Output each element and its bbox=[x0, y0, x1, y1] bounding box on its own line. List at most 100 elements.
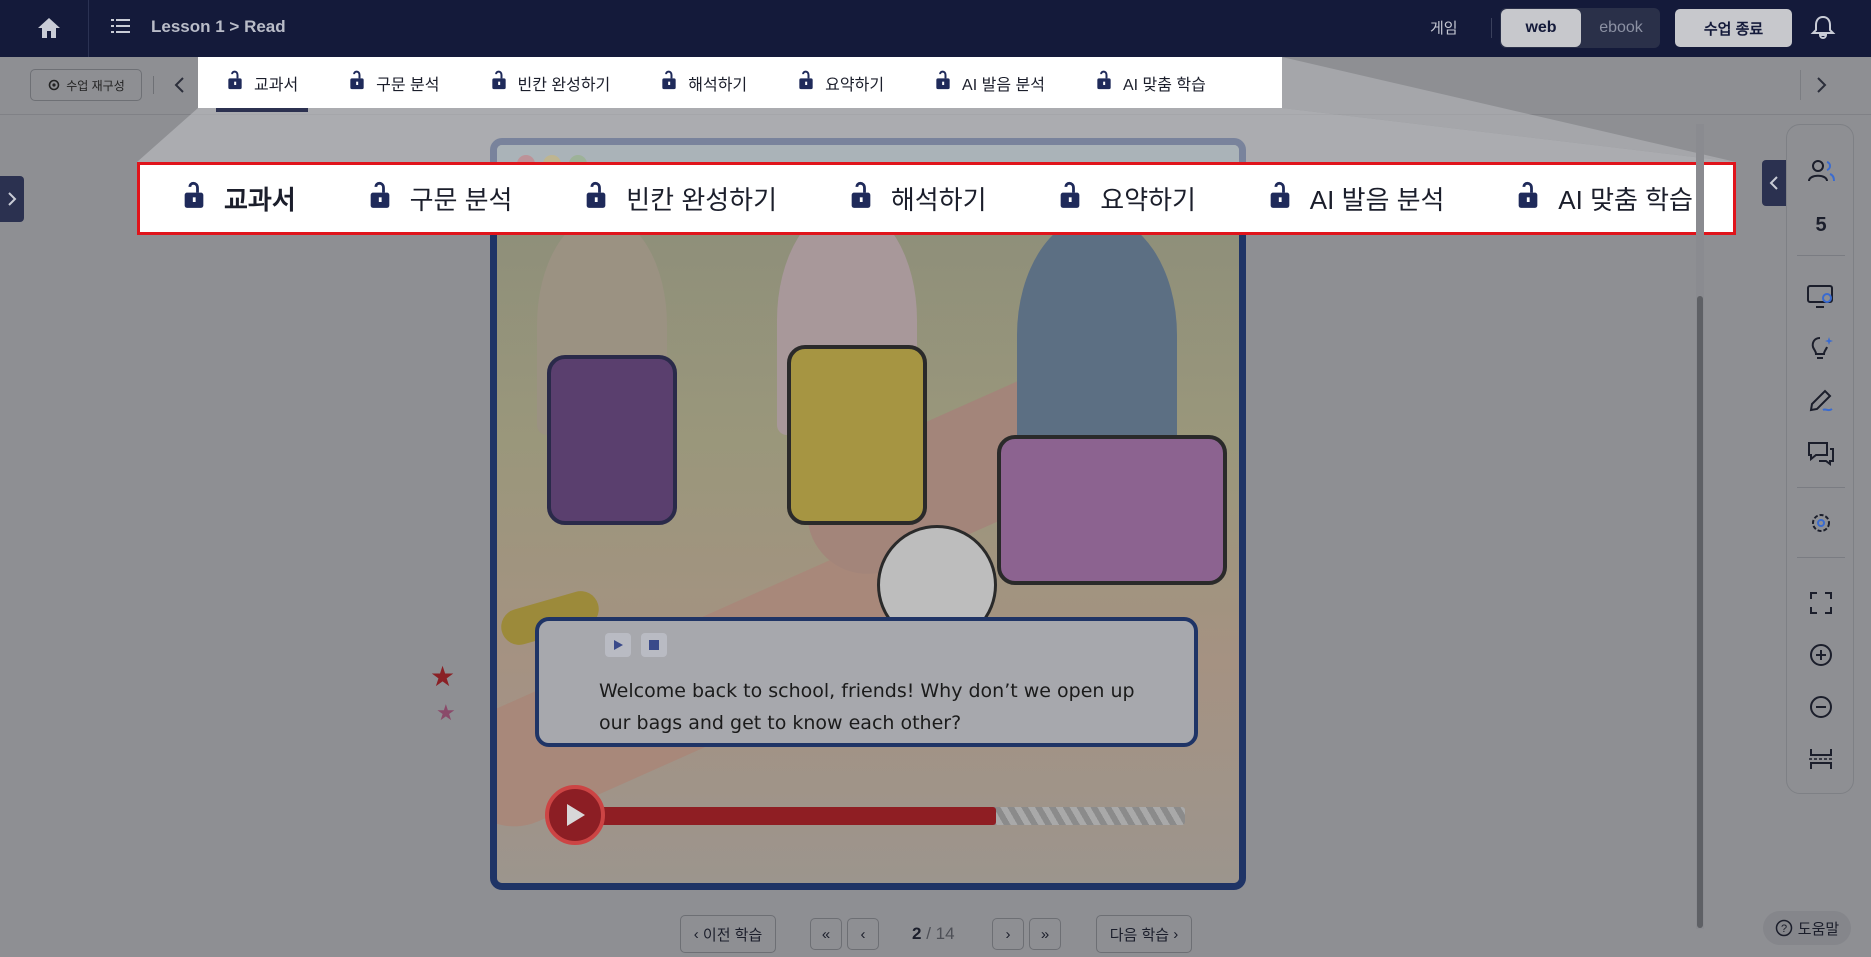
settings-button[interactable] bbox=[1787, 503, 1855, 543]
top-divider bbox=[88, 0, 89, 57]
tab-label: 요약하기 bbox=[825, 76, 885, 94]
chevron-right-icon: › bbox=[1005, 925, 1011, 943]
tab-3[interactable]: 해석하기 bbox=[656, 57, 751, 108]
reconfigure-class-button[interactable]: 수업 재구성 bbox=[30, 69, 142, 101]
screen-monitor-button[interactable] bbox=[1787, 277, 1855, 317]
reconfigure-label: 수업 재구성 bbox=[66, 78, 125, 93]
bell-icon bbox=[1810, 15, 1836, 40]
next-lesson-button[interactable]: 다음 학습 › bbox=[1096, 915, 1192, 953]
unlock-icon bbox=[490, 70, 508, 95]
unlock-icon bbox=[1268, 181, 1292, 216]
view-mode-toggle: web ebook bbox=[1500, 8, 1660, 48]
backpack bbox=[787, 345, 927, 525]
settings-icon bbox=[1812, 514, 1830, 532]
unlock-icon bbox=[934, 70, 952, 95]
left-panel-toggle[interactable] bbox=[0, 176, 24, 222]
unlock-icon bbox=[1058, 181, 1082, 216]
zoom-tab-label: 빈칸 완성하기 bbox=[626, 185, 778, 215]
double-chevron-right-icon: » bbox=[1040, 925, 1050, 943]
zoom-tab-3: 해석하기 bbox=[849, 180, 987, 217]
fit-width-button[interactable] bbox=[1787, 739, 1855, 779]
monitor-search-icon bbox=[1807, 285, 1833, 308]
unlock-icon bbox=[348, 70, 366, 95]
help-button[interactable]: ? 도움말 bbox=[1763, 911, 1851, 945]
tab-6[interactable]: AI 맞춤 학습 bbox=[1091, 57, 1210, 108]
play-button[interactable] bbox=[605, 633, 631, 657]
tab-label: 빈칸 완성하기 bbox=[517, 76, 611, 94]
end-class-button[interactable]: 수업 종료 bbox=[1675, 9, 1792, 47]
zoom-tab-label: 해석하기 bbox=[890, 185, 987, 215]
progress-fill bbox=[595, 807, 997, 825]
web-view-button[interactable]: web bbox=[1501, 9, 1581, 47]
previous-lesson-button[interactable]: ‹ 이전 학습 bbox=[680, 915, 776, 953]
lightbulb-icon bbox=[1811, 337, 1833, 359]
chat-button[interactable] bbox=[1787, 433, 1855, 473]
tab-2[interactable]: 빈칸 완성하기 bbox=[486, 57, 615, 108]
zoom-tab-0: 교과서 bbox=[182, 180, 296, 217]
game-button[interactable]: 게임 bbox=[1430, 17, 1458, 38]
home-button[interactable] bbox=[30, 12, 68, 44]
zoom-tab-4: 요약하기 bbox=[1058, 180, 1196, 217]
users-icon bbox=[1808, 160, 1835, 182]
unlock-icon bbox=[849, 181, 873, 216]
progress-track[interactable] bbox=[595, 807, 1185, 825]
unlock-icon bbox=[797, 70, 815, 95]
chevron-left-icon bbox=[174, 77, 184, 93]
audio-play-button[interactable] bbox=[545, 785, 605, 845]
gear-icon bbox=[48, 79, 60, 91]
tool-rail: 5 bbox=[1786, 124, 1854, 794]
unlock-icon bbox=[1516, 181, 1540, 216]
tabs-scroll-left-button[interactable] bbox=[170, 73, 190, 97]
duffel-bag bbox=[997, 435, 1227, 585]
chevron-right-icon bbox=[1817, 77, 1827, 93]
notification-button[interactable] bbox=[1810, 14, 1838, 42]
unlock-icon bbox=[1095, 70, 1113, 95]
zoom-out-icon bbox=[1810, 696, 1832, 718]
list-icon bbox=[111, 19, 130, 33]
chevron-left-icon: ‹ bbox=[693, 925, 703, 943]
stop-button[interactable] bbox=[641, 633, 667, 657]
divider bbox=[1797, 487, 1845, 488]
star-doodle: ★ bbox=[436, 700, 456, 725]
dialogue-box: Welcome back to school, friends! Why don… bbox=[535, 617, 1198, 747]
zoom-tab-1: 구문 분석 bbox=[368, 180, 512, 217]
last-page-button[interactable]: » bbox=[1029, 918, 1061, 950]
tab-bar-zoom-callout: 교과서 구문 분석 빈칸 완성하기 해석하기 요약하기 AI 발음 분석 AI 맞춤 학습 bbox=[137, 162, 1736, 235]
first-page-button[interactable]: « bbox=[810, 918, 842, 950]
zoom-out-button[interactable] bbox=[1787, 687, 1855, 727]
next-lesson-label: 다음 학습 bbox=[1109, 926, 1170, 944]
play-icon bbox=[567, 804, 585, 826]
ebook-view-button[interactable]: ebook bbox=[1582, 9, 1660, 47]
unlock-icon bbox=[368, 181, 392, 216]
zoom-tab-label: 요약하기 bbox=[1100, 185, 1196, 215]
scrollbar-thumb[interactable] bbox=[1697, 296, 1703, 928]
unlock-icon bbox=[584, 181, 608, 216]
idea-button[interactable] bbox=[1787, 329, 1855, 369]
illustration bbox=[497, 145, 1239, 883]
chevron-left-icon: ‹ bbox=[860, 925, 866, 943]
tab-label: 해석하기 bbox=[688, 76, 748, 94]
next-page-button[interactable]: › bbox=[992, 918, 1024, 950]
menu-list-button[interactable] bbox=[110, 16, 134, 40]
draw-button[interactable] bbox=[1787, 381, 1855, 421]
right-panel-toggle[interactable] bbox=[1762, 160, 1786, 206]
divider bbox=[153, 76, 154, 94]
fullscreen-button[interactable] bbox=[1787, 583, 1855, 623]
students-button[interactable] bbox=[1787, 151, 1855, 191]
tab-0[interactable]: 교과서 bbox=[215, 57, 309, 112]
current-page: 2 bbox=[912, 924, 922, 943]
previous-lesson-label: 이전 학습 bbox=[702, 926, 763, 944]
tabs-scroll-right-button[interactable] bbox=[1811, 73, 1831, 97]
zoom-in-icon bbox=[1810, 644, 1832, 666]
breadcrumb: Lesson 1 > Read bbox=[151, 17, 286, 36]
student-count: 5 bbox=[1815, 213, 1827, 236]
tab-label: 구문 분석 bbox=[376, 76, 440, 94]
zoom-in-button[interactable] bbox=[1787, 635, 1855, 675]
double-chevron-left-icon: « bbox=[821, 925, 831, 943]
tab-5[interactable]: AI 발음 분석 bbox=[930, 57, 1049, 108]
previous-page-button[interactable]: ‹ bbox=[847, 918, 879, 950]
chevron-right-icon bbox=[8, 192, 17, 206]
tab-4[interactable]: 요약하기 bbox=[793, 57, 888, 108]
chat-icon bbox=[1808, 442, 1834, 466]
tab-1[interactable]: 구문 분석 bbox=[344, 57, 443, 108]
